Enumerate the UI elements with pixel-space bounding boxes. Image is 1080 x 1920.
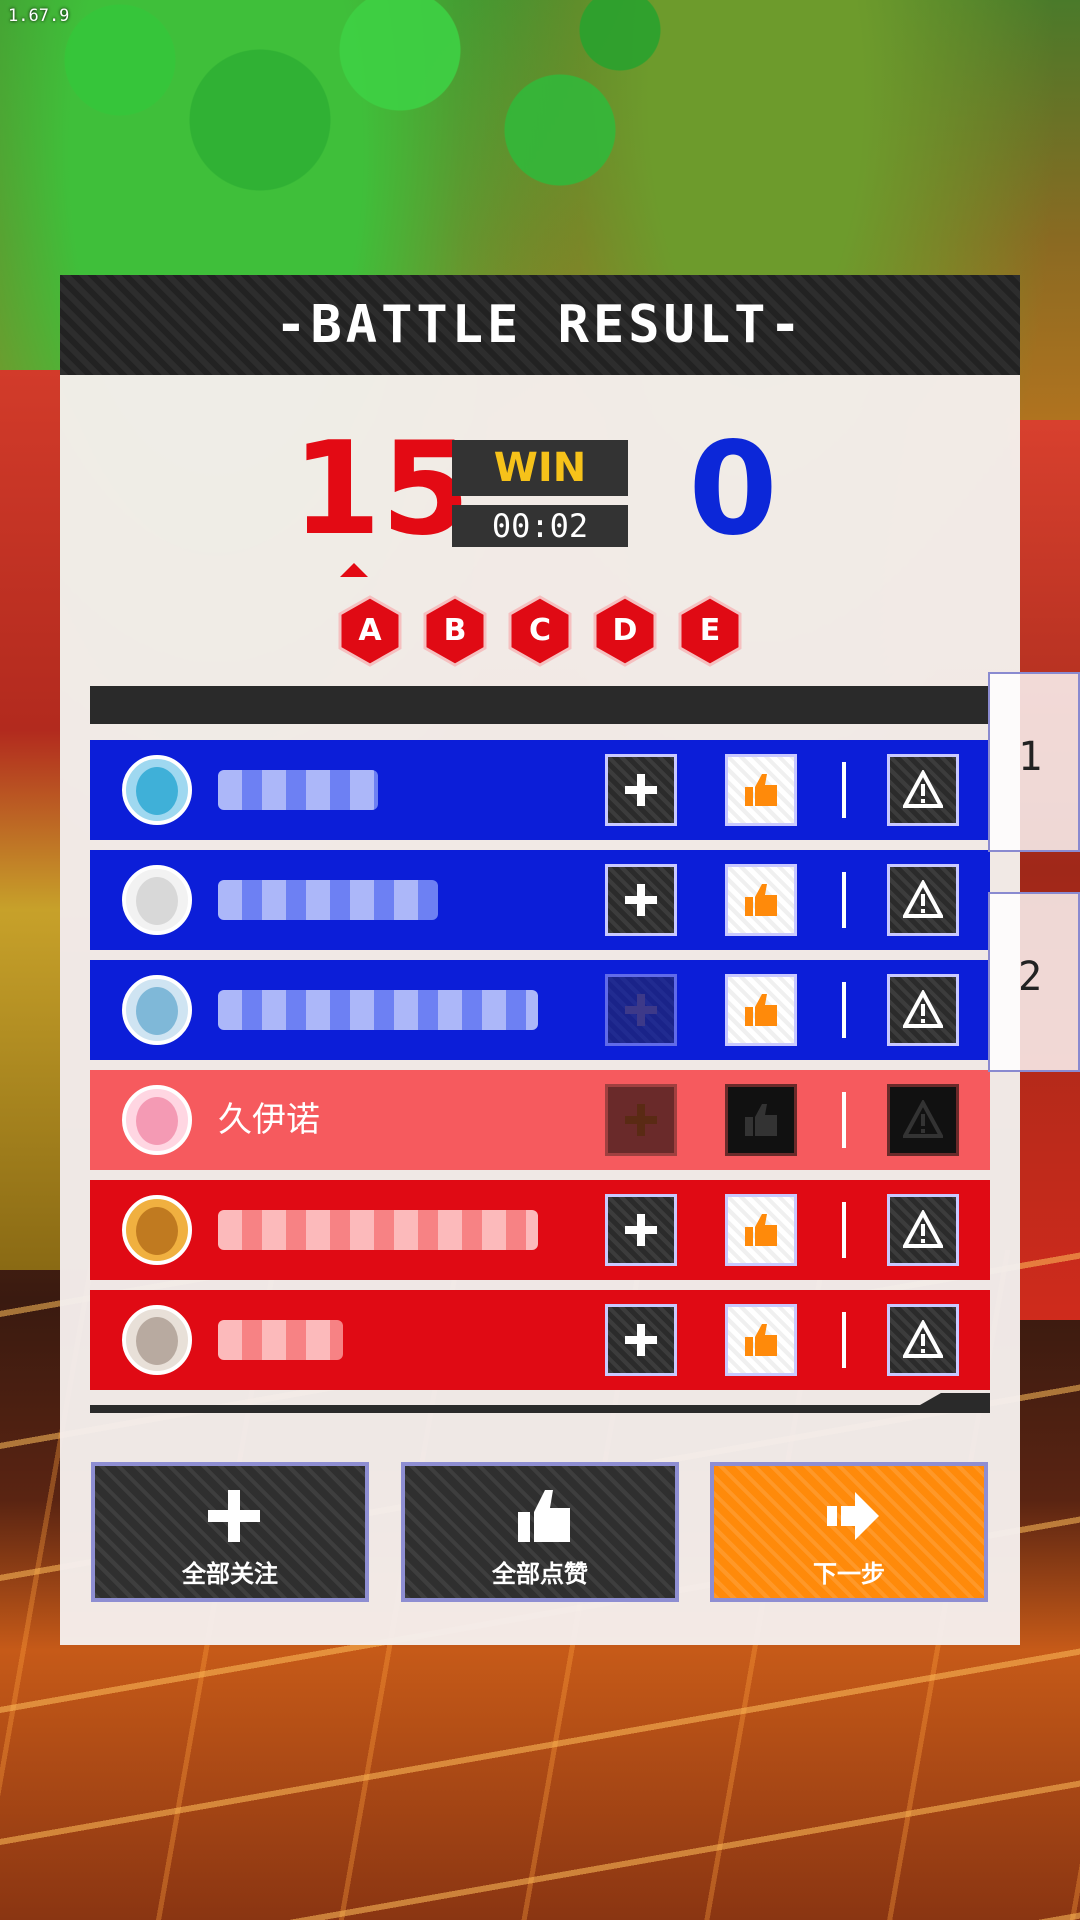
plus-icon [625,1104,657,1136]
player-row [90,850,990,950]
list-bottom-divider [90,1405,990,1413]
thumbs-up-icon [745,774,777,806]
report-button [887,1084,959,1156]
plus-icon [625,1214,657,1246]
player-row [90,740,990,840]
grade-b-label: B [443,613,467,648]
follow-button[interactable] [605,864,677,936]
background-left-character [0,370,60,1270]
follow-button [605,1084,677,1156]
player-name: 久伊诺 [218,1100,320,1140]
row-separator [842,762,846,818]
row-separator [842,872,846,928]
list-top-divider [90,686,990,724]
like-button[interactable] [725,754,797,826]
player-name-redacted [218,1210,538,1250]
plus-icon [625,1324,657,1356]
warning-icon [903,770,943,808]
warning-icon [903,880,943,918]
thumbs-up-icon [745,1104,777,1136]
grade-a-badge: A [337,595,403,667]
grade-e-label: E [699,613,721,648]
like-button [725,1084,797,1156]
report-button[interactable] [887,974,959,1046]
avatar [122,1305,192,1375]
own-team-marker [340,563,368,577]
panel-title: -BATTLE RESULT- [275,295,805,355]
plus-icon [208,1490,260,1542]
follow-all-label: 全部关注 [182,1560,278,1588]
follow-button[interactable] [605,1304,677,1376]
team-tab-1-label: 1 [1018,734,1043,780]
follow-button[interactable] [605,1194,677,1266]
thumbs-up-icon [745,1324,777,1356]
report-button[interactable] [887,864,959,936]
thumbs-up-icon [745,884,777,916]
row-separator [842,1312,846,1368]
avatar [122,755,192,825]
team-tab-2-label: 2 [1018,954,1043,1000]
row-separator [842,982,846,1038]
background-foliage [0,0,1080,280]
red-team-score: 15 [292,415,471,564]
report-button[interactable] [887,1194,959,1266]
thumbs-up-icon [745,994,777,1026]
result-label: WIN [452,440,628,496]
avatar [122,1195,192,1265]
team-tab-1[interactable]: 1 [988,672,1080,852]
player-row-self: 久伊诺 [90,1070,990,1170]
warning-icon [903,990,943,1028]
thumbs-up-icon [745,1214,777,1246]
match-time: 00:02 [452,505,628,547]
plus-icon [625,994,657,1026]
grade-e-badge: E [677,595,743,667]
avatar [122,865,192,935]
team-tab-2[interactable]: 2 [988,892,1080,1072]
grade-d-badge: D [592,595,658,667]
like-button[interactable] [725,974,797,1046]
grade-b-badge: B [422,595,488,667]
follow-button[interactable] [605,754,677,826]
follow-all-button[interactable]: 全部关注 [91,1462,369,1602]
next-step-label: 下一步 [813,1560,885,1588]
warning-icon [903,1100,943,1138]
warning-icon [903,1210,943,1248]
row-separator [842,1092,846,1148]
player-name-redacted [218,770,378,810]
player-row [90,1290,990,1390]
battle-result-panel: -BATTLE RESULT- 15 WIN 00:02 0 A B C D E [60,275,1020,1645]
arrow-right-icon [827,1492,879,1540]
player-row [90,960,990,1060]
warning-icon [903,1320,943,1358]
player-row [90,1180,990,1280]
background-right-scenery [1020,420,1080,1320]
avatar [122,975,192,1045]
grade-c-label: C [528,613,552,648]
blue-team-score: 0 [688,415,778,564]
plus-icon [625,774,657,806]
player-name-redacted [218,1320,343,1360]
thumbs-up-icon [518,1490,570,1542]
plus-icon [625,884,657,916]
report-button[interactable] [887,1304,959,1376]
row-separator [842,1202,846,1258]
grade-d-label: D [612,613,638,648]
player-name-redacted [218,990,538,1030]
like-button[interactable] [725,864,797,936]
avatar [122,1085,192,1155]
like-all-button[interactable]: 全部点赞 [401,1462,679,1602]
follow-button[interactable] [605,974,677,1046]
like-all-label: 全部点赞 [492,1560,588,1588]
player-name-redacted [218,880,438,920]
like-button[interactable] [725,1194,797,1266]
grade-c-badge: C [507,595,573,667]
report-button[interactable] [887,754,959,826]
grade-a-label: A [358,613,382,648]
version-label: 1.67.9 [8,6,70,26]
next-step-button[interactable]: 下一步 [710,1462,988,1602]
like-button[interactable] [725,1304,797,1376]
